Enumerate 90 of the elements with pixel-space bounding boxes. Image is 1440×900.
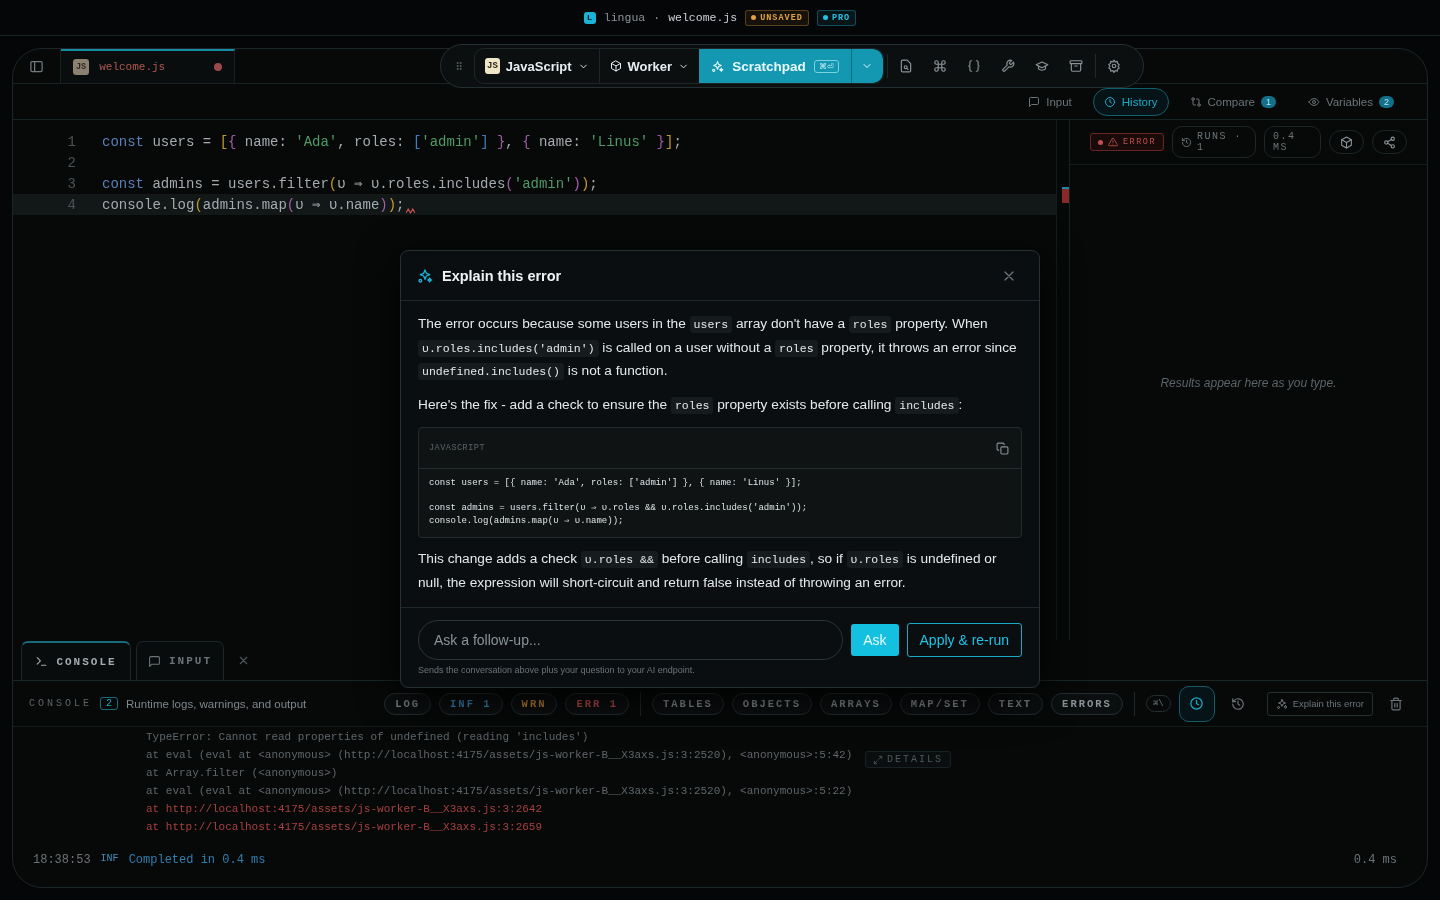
filter-chip[interactable]: ERR 1 <box>565 692 629 715</box>
compare-icon <box>1189 95 1202 108</box>
filter-chip[interactable]: ERRORS <box>1051 692 1123 715</box>
warning-icon <box>1108 137 1118 147</box>
graduation-cap-icon <box>1035 59 1050 73</box>
console-description: Runtime logs, warnings, and output <box>126 697 308 710</box>
cube-icon <box>1340 135 1354 149</box>
settings-icon <box>1107 59 1122 73</box>
line-number: 3 <box>66 175 76 192</box>
panel-tab[interactable]: Variables 2 <box>1296 87 1405 116</box>
file-name: welcome.js <box>668 11 738 24</box>
tab-label: welcome.js <box>99 61 167 73</box>
code-language: JAVASCRIPT <box>429 443 485 453</box>
runs-count: RUNS · 1 <box>1172 126 1257 158</box>
history-icon <box>1181 136 1192 148</box>
sparkle-icon <box>1275 697 1288 710</box>
panel-tab[interactable]: History <box>1092 87 1169 116</box>
hint-text: Sends the conversation above plus your question to your AI endpoint. <box>418 665 696 675</box>
duration: 0.4 MS <box>1264 126 1322 158</box>
sidebar-icon <box>29 58 44 74</box>
log-message: Completed in 0.4 ms <box>128 853 267 867</box>
timestamp: 18:38:53 <box>33 853 91 867</box>
log-line: at http://localhost:4175/assets/js-worker-B__X3axs.js:3:2659 <box>146 820 543 835</box>
filter-chip[interactable]: TEXT <box>987 692 1044 715</box>
app-logo: L <box>583 11 596 24</box>
expand-icon <box>873 754 883 765</box>
chat-icon <box>1028 95 1041 108</box>
log-line: at eval (eval at <anonymous> (http://localhost:4175/assets/js-worker-B__X3axs.js:3:2520), <anonymous>:5:42) <box>146 748 853 763</box>
empty-message: Results appear here as you type. <box>1160 375 1337 390</box>
filter-chip[interactable]: INF 1 <box>439 692 503 715</box>
editor-tab[interactable]: JS welcome.js <box>61 49 235 83</box>
history-icon <box>1230 696 1245 711</box>
explanation-text: This change adds a check υ.roles && before calling includes , so if υ.roles is undefined or null, the expression will short-circuit and return false instead of throwing an error. <box>418 550 998 592</box>
log-line: TypeError: Cannot read properties of undefined (reading 'includes') <box>146 730 589 745</box>
panel-tab[interactable]: Input <box>1017 87 1083 116</box>
line-number: 4 <box>66 196 76 213</box>
explanation-text: Here's the fix - add a check to ensure the roles property exists before calling includes : <box>418 395 964 416</box>
clock-icon <box>1189 696 1205 711</box>
filter-chip[interactable]: MAP/SET <box>899 692 980 715</box>
clock-icon <box>1103 95 1116 108</box>
error-marker <box>1062 187 1069 203</box>
code-text: const users = [{ name: 'Ada', roles: ['admin'] }, { name: 'Linus' }]; const admins = users.filter(υ ⇒ υ.roles && υ.roles.includes('admin')); console.log(admins.map(υ ⇒ υ.name)); <box>428 477 809 528</box>
explanation-text: The error occurs because some users in the users array don't have a roles property. When υ.roles.includes('admin') is called on a user without a roles property, it throws an error since undefined.includes() is not a function. <box>418 315 1018 382</box>
filter-chip[interactable]: ARRAYS <box>819 692 892 715</box>
wrench-icon <box>1001 59 1016 73</box>
log-line: at http://localhost:4175/assets/js-worker-B__X3axs.js:3:2642 <box>146 802 543 817</box>
share-icon <box>1383 135 1397 149</box>
copy-button[interactable] <box>994 439 1011 457</box>
log-line: at Array.filter (<anonymous>) <box>146 766 338 781</box>
code-line: const admins = users.filter(υ ⇒ υ.roles.includes('admin')); <box>102 175 598 192</box>
explain-button[interactable]: Explain this error <box>1266 691 1373 716</box>
file-search-icon <box>899 59 914 73</box>
trash-icon <box>1389 696 1403 711</box>
filter-chip[interactable]: LOG <box>384 692 432 715</box>
panel-tab[interactable]: Compare 1 <box>1178 87 1287 116</box>
filter-chip[interactable]: TABLES <box>652 692 724 715</box>
code-line: const users = [{ name: 'Ada', roles: ['admin'] }, { name: 'Linus' }]; <box>102 133 682 150</box>
error-status: ERROR <box>1090 133 1164 151</box>
console-tab[interactable]: CONSOLE <box>21 641 131 680</box>
console-title: CONSOLE <box>29 698 92 709</box>
command-icon <box>933 59 948 73</box>
status-badge: UNSAVED <box>745 9 809 26</box>
chat-icon <box>148 654 161 668</box>
filter-chip[interactable]: WRN <box>510 692 558 715</box>
archive-icon <box>1069 59 1084 73</box>
count-badge: 2 <box>100 697 119 710</box>
log-level: INF <box>100 853 119 864</box>
code-line: console.log(admins.map(υ ⇒ υ.name)); <box>102 196 405 213</box>
log-line: at eval (eval at <anonymous> (http://localhost:4175/assets/js-worker-B__X3axs.js:3:2520), <anonymous>:5:22) <box>146 784 853 799</box>
file-type-badge: JS <box>73 59 90 75</box>
error-underline <box>405 208 415 214</box>
details-button[interactable]: DETAILS <box>865 751 951 768</box>
terminal-icon <box>35 655 49 668</box>
status-badge: PRO <box>816 9 857 26</box>
follow-up-field[interactable]: Ask a follow-up... <box>418 620 844 660</box>
copy-icon <box>996 441 1009 455</box>
sparkle-icon <box>417 267 433 284</box>
line-number: 2 <box>66 154 76 171</box>
separator: · <box>653 11 661 24</box>
ask-button[interactable]: Ask <box>851 624 899 656</box>
app-name: lingua <box>603 11 646 24</box>
braces-icon <box>967 59 982 73</box>
console-tab[interactable]: INPUT <box>136 641 224 680</box>
duration: 0.4 ms <box>1353 853 1397 867</box>
eye-icon <box>1307 95 1320 108</box>
filter-chip[interactable]: OBJECTS <box>731 692 812 715</box>
line-number: 1 <box>66 133 76 150</box>
timestamps-toggle[interactable] <box>1178 685 1215 722</box>
apply-button[interactable]: Apply & re-run <box>906 623 1022 657</box>
dialog-title: Explain this error <box>442 267 563 284</box>
